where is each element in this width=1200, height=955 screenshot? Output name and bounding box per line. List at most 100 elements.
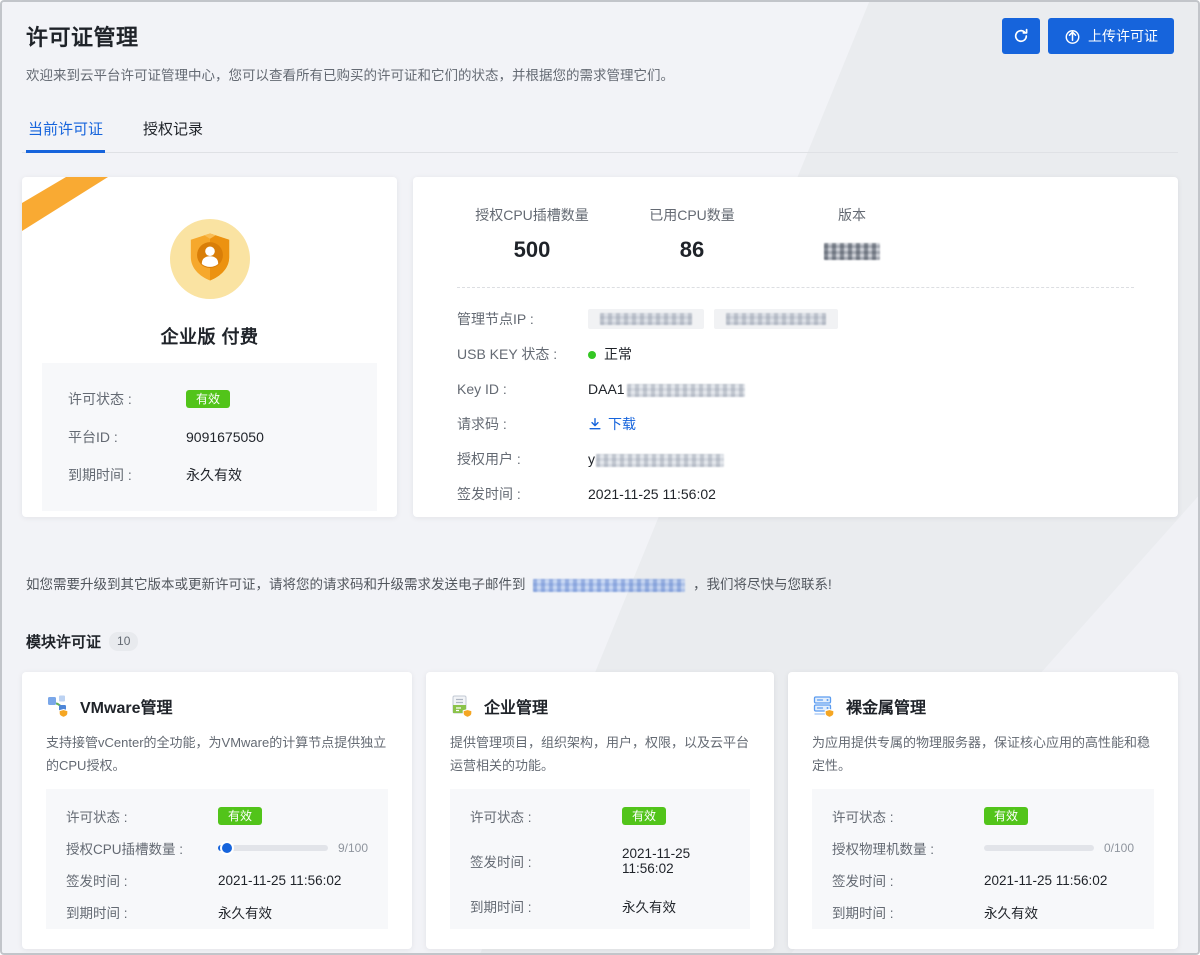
field-row: 许可状态 : 有效: [832, 806, 1134, 826]
status-badge: 有效: [218, 807, 262, 825]
baremetal-icon: [812, 694, 836, 718]
expiry-value: 永久有效: [218, 902, 272, 922]
field-row: 授权CPU插槽数量 : 9/100: [66, 838, 368, 858]
stat-value: 500: [457, 237, 607, 263]
ip-chip-redacted: [588, 309, 704, 329]
module-title: 企业管理: [484, 694, 548, 718]
field-label: USB KEY 状态 :: [457, 344, 588, 364]
field-label: 许可状态 :: [66, 806, 218, 826]
module-section-header: 模块许可证 10: [22, 631, 1178, 652]
field-row: USB KEY 状态 : 正常: [457, 343, 1134, 365]
module-description: 支持接管vCenter的全功能，为VMware的计算节点提供独立的CPU授权。: [46, 731, 388, 781]
upload-license-button[interactable]: 上传许可证: [1048, 18, 1174, 54]
platform-id-value: 9091675050: [186, 429, 264, 445]
dashed-divider: [457, 287, 1134, 288]
field-label: 到期时间 :: [470, 896, 622, 916]
module-count-badge: 10: [109, 632, 138, 650]
header-actions: 上传许可证: [1002, 18, 1174, 54]
field-label: 到期时间 :: [832, 902, 984, 922]
notice-text-after: ，我们将尽快与您联系!: [693, 577, 832, 592]
download-request-code-link[interactable]: 下载: [588, 414, 636, 434]
field-label: 许可状态 :: [68, 389, 186, 409]
module-description: 提供管理项目，组织架构，用户，权限，以及云平台运营相关的功能。: [450, 731, 750, 781]
field-row: 许可状态 : 有效: [68, 389, 351, 409]
field-row: 管理节点IP :: [457, 308, 1134, 330]
refresh-icon: [1013, 28, 1029, 44]
field-label: 到期时间 :: [66, 902, 218, 922]
management-node-ips: [588, 309, 838, 329]
progress-text: 0/100: [1104, 841, 1134, 855]
upload-icon: [1064, 28, 1081, 45]
issue-time-value: 2021-11-25 11:56:02: [218, 873, 341, 888]
page-subtitle: 欢迎来到云平台许可证管理中心，您可以查看所有已购买的许可证和它们的状态，并根据您…: [26, 64, 1174, 84]
module-info-box: 许可状态 : 有效 签发时间 : 2021-11-25 11:56:02 到期时…: [450, 789, 750, 929]
field-label: 平台ID :: [68, 427, 186, 447]
module-info-box: 许可状态 : 有效 授权CPU插槽数量 : 9/100 签发时间: [46, 789, 388, 929]
module-description: 为应用提供专属的物理服务器，保证核心应用的高性能和稳定性。: [812, 731, 1154, 781]
issue-time-value: 2021-11-25 11:56:02: [984, 873, 1107, 888]
stat-version: 版本: [777, 205, 927, 263]
field-label: 授权用户 :: [457, 449, 588, 469]
license-detail-card: 授权CPU插槽数量 500 已用CPU数量 86 版本 管理节点IP: [413, 177, 1178, 517]
license-detail-fields: 管理节点IP : USB KEY 状态 : 正常 Key ID : DAA1: [457, 308, 1134, 505]
license-stats: 授权CPU插槽数量 500 已用CPU数量 86 版本: [457, 205, 1134, 263]
expiry-value: 永久有效: [622, 896, 676, 916]
shield-user-icon: [187, 232, 233, 287]
cpu-slot-progress: 9/100: [218, 841, 368, 855]
field-label: 到期时间 :: [68, 465, 186, 485]
upload-button-label: 上传许可证: [1088, 26, 1158, 46]
field-row: 到期时间 : 永久有效: [832, 902, 1134, 922]
authorized-user-value: y: [588, 451, 724, 467]
license-shield-avatar: [170, 219, 250, 299]
field-row: 到期时间 : 永久有效: [66, 902, 368, 922]
license-info-box: 许可状态 : 有效 平台ID : 9091675050 到期时间 : 永久有效: [42, 363, 377, 511]
refresh-button[interactable]: [1002, 18, 1040, 54]
module-card-vmware: VMware管理 支持接管vCenter的全功能，为VMware的计算节点提供独…: [22, 672, 412, 949]
usb-key-status: 正常: [588, 344, 632, 364]
notice-text-before: 如您需要升级到其它版本或更新许可证，请将您的请求码和升级需求发送电子邮件到: [26, 577, 526, 592]
ip-chip-redacted: [714, 309, 838, 329]
corner-ribbon: [22, 177, 152, 307]
license-management-page: 许可证管理 欢迎来到云平台许可证管理中心，您可以查看所有已购买的许可证和它们的状…: [0, 0, 1200, 955]
field-row: 授权用户 : y: [457, 448, 1134, 470]
progress-dot: [222, 843, 232, 853]
field-row: 签发时间 : 2021-11-25 11:56:02: [832, 870, 1134, 890]
field-label: 签发时间 :: [470, 851, 622, 871]
stat-label: 版本: [777, 205, 927, 225]
upgrade-notice: 如您需要升级到其它版本或更新许可证，请将您的请求码和升级需求发送电子邮件到 ，我…: [22, 573, 1178, 593]
stat-cpu-slots: 授权CPU插槽数量 500: [457, 205, 607, 263]
field-label: 请求码 :: [457, 414, 588, 434]
main-license-card: 企业版 付费 许可状态 : 有效 平台ID : 9091675050 到期时间 …: [22, 177, 397, 517]
field-label: 管理节点IP :: [457, 309, 588, 329]
field-label: 授权CPU插槽数量 :: [66, 838, 218, 858]
field-row: 许可状态 : 有效: [66, 806, 368, 826]
stat-label: 授权CPU插槽数量: [457, 205, 607, 225]
field-row: 授权物理机数量 : 0/100: [832, 838, 1134, 858]
key-id-value: DAA1: [588, 381, 745, 397]
expiry-value: 永久有效: [186, 465, 242, 485]
module-info-box: 许可状态 : 有效 授权物理机数量 : 0/100 签发时间 :: [812, 789, 1154, 929]
download-icon: [588, 417, 602, 431]
issue-time-value: 2021-11-25 11:56:02: [622, 846, 730, 876]
module-card-baremetal: 裸金属管理 为应用提供专属的物理服务器，保证核心应用的高性能和稳定性。 许可状态…: [788, 672, 1178, 949]
module-title: 裸金属管理: [846, 694, 926, 718]
progress-text: 9/100: [338, 841, 368, 855]
field-row: 平台ID : 9091675050: [68, 427, 351, 447]
field-row: 签发时间 : 2021-11-25 11:56:02: [66, 870, 368, 890]
field-row: 许可状态 : 有效: [470, 806, 730, 826]
tab-authorization-records[interactable]: 授权记录: [141, 110, 205, 152]
stat-value: 86: [617, 237, 767, 263]
field-label: 签发时间 :: [457, 484, 588, 504]
field-row: 签发时间 : 2021-11-25 11:56:02: [470, 846, 730, 876]
field-label: 许可状态 :: [470, 806, 622, 826]
progress-track: [218, 845, 328, 851]
field-row: 请求码 : 下载: [457, 413, 1134, 435]
license-edition-title: 企业版 付费: [22, 323, 397, 349]
vmware-icon: [46, 694, 70, 718]
email-redacted: [533, 579, 685, 592]
page-header: 许可证管理 欢迎来到云平台许可证管理中心，您可以查看所有已购买的许可证和它们的状…: [22, 2, 1178, 84]
module-section-title: 模块许可证: [26, 631, 101, 652]
stat-version-redacted: [777, 237, 927, 263]
tab-current-license[interactable]: 当前许可证: [26, 110, 105, 152]
field-label: 许可状态 :: [832, 806, 984, 826]
